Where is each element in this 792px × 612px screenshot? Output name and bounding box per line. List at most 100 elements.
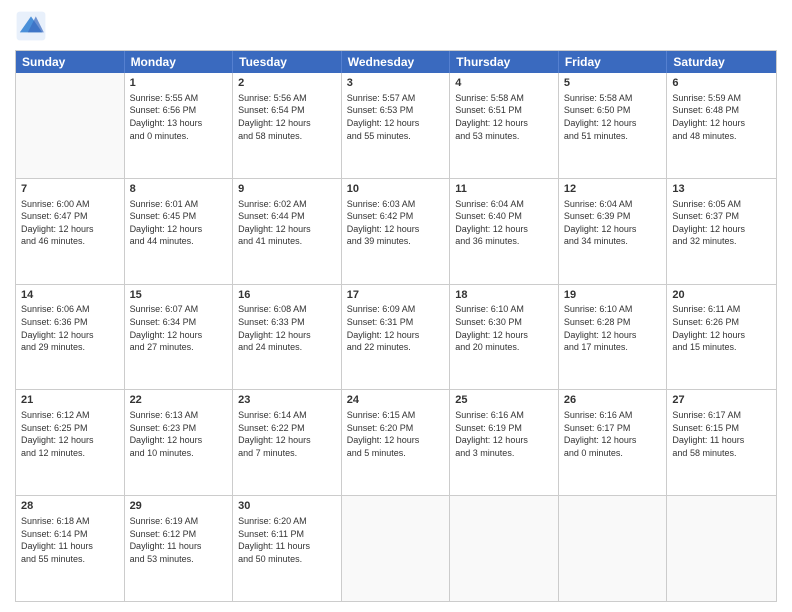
day-info: Sunrise: 6:16 AM Sunset: 6:17 PM Dayligh… [564,409,662,459]
day-cell-9: 9Sunrise: 6:02 AM Sunset: 6:44 PM Daylig… [233,179,342,284]
day-cell-18: 18Sunrise: 6:10 AM Sunset: 6:30 PM Dayli… [450,285,559,390]
day-number: 27 [672,393,771,408]
day-cell-6: 6Sunrise: 5:59 AM Sunset: 6:48 PM Daylig… [667,73,776,178]
day-info: Sunrise: 6:10 AM Sunset: 6:30 PM Dayligh… [455,303,553,353]
day-number: 24 [347,393,445,408]
day-cell-10: 10Sunrise: 6:03 AM Sunset: 6:42 PM Dayli… [342,179,451,284]
day-number: 28 [21,499,119,514]
day-number: 20 [672,288,771,303]
day-number: 29 [130,499,228,514]
day-info: Sunrise: 5:58 AM Sunset: 6:51 PM Dayligh… [455,92,553,142]
header-day-sunday: Sunday [16,51,125,73]
day-info: Sunrise: 6:18 AM Sunset: 6:14 PM Dayligh… [21,515,119,565]
day-info: Sunrise: 6:04 AM Sunset: 6:39 PM Dayligh… [564,198,662,248]
day-info: Sunrise: 6:12 AM Sunset: 6:25 PM Dayligh… [21,409,119,459]
day-number: 7 [21,182,119,197]
day-number: 25 [455,393,553,408]
day-cell-29: 29Sunrise: 6:19 AM Sunset: 6:12 PM Dayli… [125,496,234,601]
empty-cell [559,496,668,601]
day-number: 8 [130,182,228,197]
logo [15,10,51,42]
day-cell-13: 13Sunrise: 6:05 AM Sunset: 6:37 PM Dayli… [667,179,776,284]
day-number: 17 [347,288,445,303]
day-info: Sunrise: 6:16 AM Sunset: 6:19 PM Dayligh… [455,409,553,459]
day-info: Sunrise: 6:13 AM Sunset: 6:23 PM Dayligh… [130,409,228,459]
day-cell-8: 8Sunrise: 6:01 AM Sunset: 6:45 PM Daylig… [125,179,234,284]
header-day-monday: Monday [125,51,234,73]
day-number: 11 [455,182,553,197]
empty-cell [342,496,451,601]
week-row-2: 14Sunrise: 6:06 AM Sunset: 6:36 PM Dayli… [16,284,776,390]
day-cell-19: 19Sunrise: 6:10 AM Sunset: 6:28 PM Dayli… [559,285,668,390]
day-number: 2 [238,76,336,91]
day-number: 19 [564,288,662,303]
header-day-tuesday: Tuesday [233,51,342,73]
day-number: 16 [238,288,336,303]
day-cell-20: 20Sunrise: 6:11 AM Sunset: 6:26 PM Dayli… [667,285,776,390]
day-info: Sunrise: 6:14 AM Sunset: 6:22 PM Dayligh… [238,409,336,459]
empty-cell [450,496,559,601]
day-cell-5: 5Sunrise: 5:58 AM Sunset: 6:50 PM Daylig… [559,73,668,178]
day-info: Sunrise: 6:07 AM Sunset: 6:34 PM Dayligh… [130,303,228,353]
logo-icon [15,10,47,42]
day-info: Sunrise: 6:15 AM Sunset: 6:20 PM Dayligh… [347,409,445,459]
day-cell-22: 22Sunrise: 6:13 AM Sunset: 6:23 PM Dayli… [125,390,234,495]
day-info: Sunrise: 6:09 AM Sunset: 6:31 PM Dayligh… [347,303,445,353]
day-info: Sunrise: 6:01 AM Sunset: 6:45 PM Dayligh… [130,198,228,248]
day-info: Sunrise: 5:59 AM Sunset: 6:48 PM Dayligh… [672,92,771,142]
day-cell-25: 25Sunrise: 6:16 AM Sunset: 6:19 PM Dayli… [450,390,559,495]
empty-cell [667,496,776,601]
week-row-0: 1Sunrise: 5:55 AM Sunset: 6:56 PM Daylig… [16,73,776,178]
day-cell-14: 14Sunrise: 6:06 AM Sunset: 6:36 PM Dayli… [16,285,125,390]
day-cell-7: 7Sunrise: 6:00 AM Sunset: 6:47 PM Daylig… [16,179,125,284]
day-info: Sunrise: 6:20 AM Sunset: 6:11 PM Dayligh… [238,515,336,565]
day-info: Sunrise: 6:00 AM Sunset: 6:47 PM Dayligh… [21,198,119,248]
day-info: Sunrise: 5:56 AM Sunset: 6:54 PM Dayligh… [238,92,336,142]
day-number: 13 [672,182,771,197]
day-cell-12: 12Sunrise: 6:04 AM Sunset: 6:39 PM Dayli… [559,179,668,284]
day-number: 15 [130,288,228,303]
day-cell-21: 21Sunrise: 6:12 AM Sunset: 6:25 PM Dayli… [16,390,125,495]
day-info: Sunrise: 6:08 AM Sunset: 6:33 PM Dayligh… [238,303,336,353]
calendar: SundayMondayTuesdayWednesdayThursdayFrid… [15,50,777,602]
day-info: Sunrise: 5:58 AM Sunset: 6:50 PM Dayligh… [564,92,662,142]
day-info: Sunrise: 6:05 AM Sunset: 6:37 PM Dayligh… [672,198,771,248]
day-number: 23 [238,393,336,408]
day-number: 22 [130,393,228,408]
header-day-thursday: Thursday [450,51,559,73]
day-number: 6 [672,76,771,91]
day-info: Sunrise: 6:02 AM Sunset: 6:44 PM Dayligh… [238,198,336,248]
day-number: 18 [455,288,553,303]
calendar-body: 1Sunrise: 5:55 AM Sunset: 6:56 PM Daylig… [16,73,776,601]
day-cell-16: 16Sunrise: 6:08 AM Sunset: 6:33 PM Dayli… [233,285,342,390]
calendar-header: SundayMondayTuesdayWednesdayThursdayFrid… [16,51,776,73]
day-number: 5 [564,76,662,91]
day-info: Sunrise: 6:03 AM Sunset: 6:42 PM Dayligh… [347,198,445,248]
header-day-wednesday: Wednesday [342,51,451,73]
day-info: Sunrise: 6:19 AM Sunset: 6:12 PM Dayligh… [130,515,228,565]
day-cell-30: 30Sunrise: 6:20 AM Sunset: 6:11 PM Dayli… [233,496,342,601]
day-cell-1: 1Sunrise: 5:55 AM Sunset: 6:56 PM Daylig… [125,73,234,178]
day-cell-23: 23Sunrise: 6:14 AM Sunset: 6:22 PM Dayli… [233,390,342,495]
header [15,10,777,42]
day-cell-24: 24Sunrise: 6:15 AM Sunset: 6:20 PM Dayli… [342,390,451,495]
page: SundayMondayTuesdayWednesdayThursdayFrid… [0,0,792,612]
day-info: Sunrise: 6:17 AM Sunset: 6:15 PM Dayligh… [672,409,771,459]
week-row-1: 7Sunrise: 6:00 AM Sunset: 6:47 PM Daylig… [16,178,776,284]
day-number: 1 [130,76,228,91]
day-cell-27: 27Sunrise: 6:17 AM Sunset: 6:15 PM Dayli… [667,390,776,495]
empty-cell [16,73,125,178]
day-number: 9 [238,182,336,197]
day-info: Sunrise: 6:06 AM Sunset: 6:36 PM Dayligh… [21,303,119,353]
week-row-4: 28Sunrise: 6:18 AM Sunset: 6:14 PM Dayli… [16,495,776,601]
day-cell-28: 28Sunrise: 6:18 AM Sunset: 6:14 PM Dayli… [16,496,125,601]
day-cell-4: 4Sunrise: 5:58 AM Sunset: 6:51 PM Daylig… [450,73,559,178]
day-number: 12 [564,182,662,197]
day-info: Sunrise: 6:11 AM Sunset: 6:26 PM Dayligh… [672,303,771,353]
header-day-saturday: Saturday [667,51,776,73]
day-info: Sunrise: 5:57 AM Sunset: 6:53 PM Dayligh… [347,92,445,142]
day-number: 10 [347,182,445,197]
day-cell-17: 17Sunrise: 6:09 AM Sunset: 6:31 PM Dayli… [342,285,451,390]
day-info: Sunrise: 6:10 AM Sunset: 6:28 PM Dayligh… [564,303,662,353]
day-cell-15: 15Sunrise: 6:07 AM Sunset: 6:34 PM Dayli… [125,285,234,390]
